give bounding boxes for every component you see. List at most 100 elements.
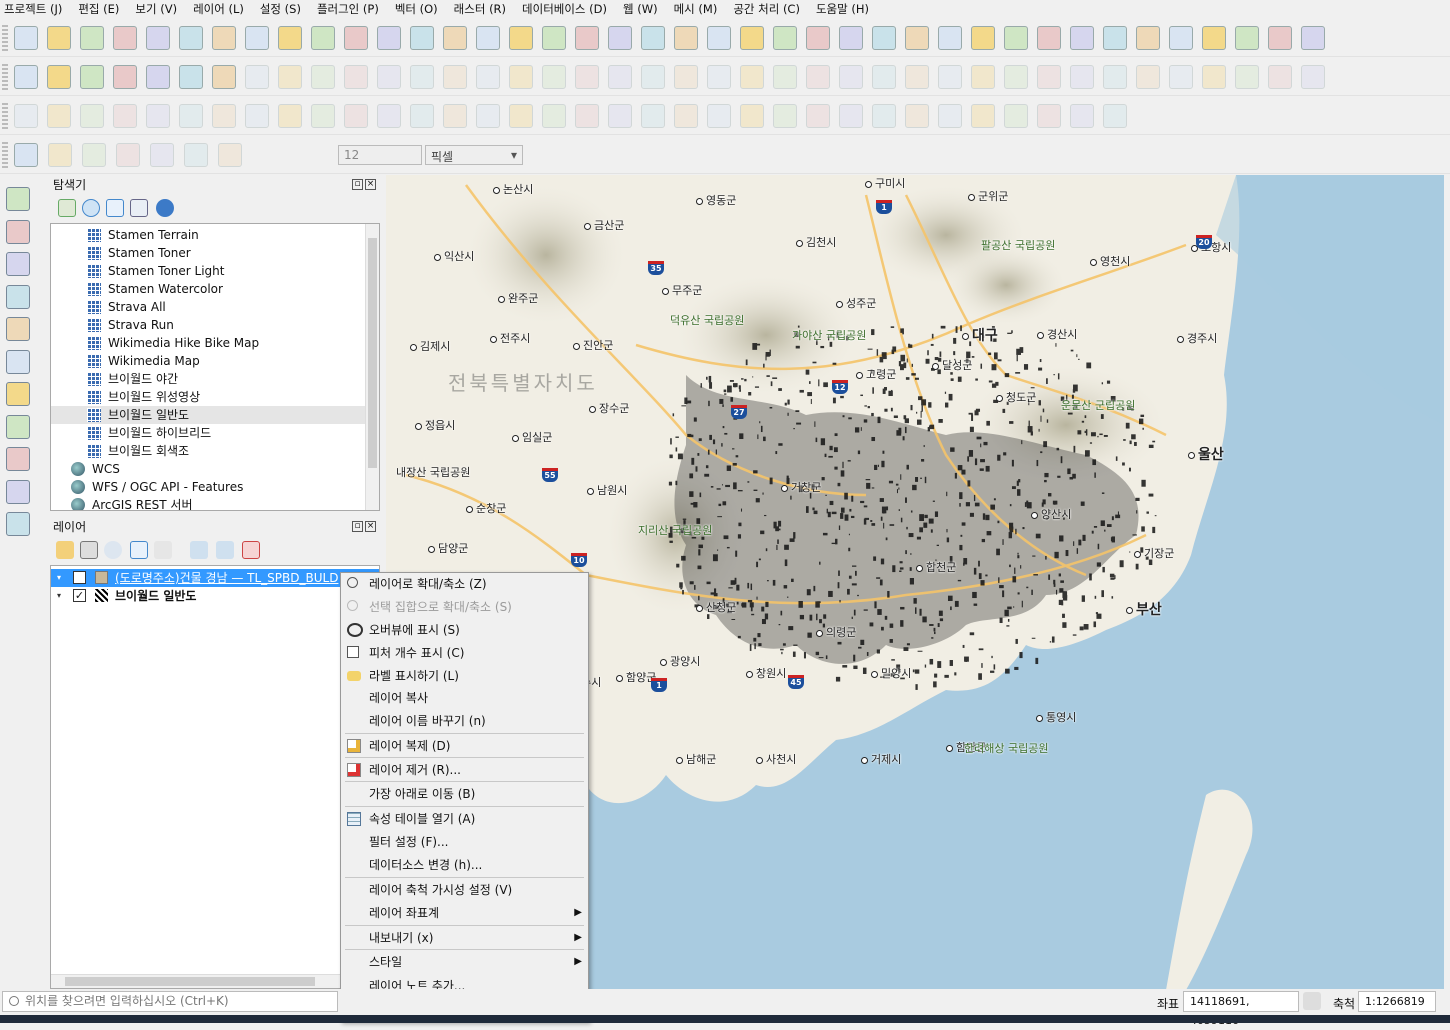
menu-item[interactable]: 데이터베이스 (D): [522, 1, 607, 17]
toolbar-button-icon[interactable]: [212, 26, 236, 50]
menu-item[interactable]: 공간 처리 (C): [733, 1, 800, 17]
toolbar-button-icon[interactable]: [575, 26, 599, 50]
style-icon[interactable]: [56, 541, 74, 559]
toolbar-button-icon[interactable]: [47, 104, 71, 128]
toolbar-button-icon[interactable]: [707, 26, 731, 50]
toolbar-button-icon[interactable]: [1301, 65, 1325, 89]
toolbar-button-icon[interactable]: [278, 65, 302, 89]
toolbar-button-icon[interactable]: [476, 65, 500, 89]
toolbar-button-icon[interactable]: [245, 104, 269, 128]
toolbar-button-icon[interactable]: [740, 104, 764, 128]
add-layer-icon[interactable]: [6, 349, 30, 374]
expand-arrow-icon[interactable]: ▾: [57, 587, 61, 605]
menu-item[interactable]: 도움말 (H): [816, 1, 869, 17]
toolbar-button-icon[interactable]: [1235, 26, 1259, 50]
toolbar-button-icon[interactable]: [410, 104, 434, 128]
toolbar-button-icon[interactable]: [443, 26, 467, 50]
toolbar-button-icon[interactable]: [344, 104, 368, 128]
mouse-wheel-icon[interactable]: [1303, 992, 1321, 1010]
toolbar-button-icon[interactable]: [839, 26, 863, 50]
toolbar-button-icon[interactable]: [1103, 104, 1127, 128]
toolbar-button-icon[interactable]: [1004, 26, 1028, 50]
toolbar-button-icon[interactable]: [179, 104, 203, 128]
toolbar-button-icon[interactable]: [971, 104, 995, 128]
context-menu-item[interactable]: 라벨 표시하기 (L): [341, 665, 588, 687]
toolbar-button-icon[interactable]: [311, 26, 335, 50]
add-layer-icon[interactable]: [6, 447, 30, 471]
toolbar-button-icon[interactable]: [116, 143, 140, 167]
toolbar-button-icon[interactable]: [1037, 26, 1061, 50]
context-menu-item[interactable]: 레이어 이름 바꾸기 (n): [341, 710, 588, 732]
toolbar-button-icon[interactable]: [971, 65, 995, 89]
browser-item[interactable]: Strava All: [51, 298, 379, 316]
coordinate-field[interactable]: 14118691, 4059116: [1183, 991, 1299, 1027]
toolbar-button-icon[interactable]: [1004, 104, 1028, 128]
layer-visibility-checkbox[interactable]: ✓: [73, 571, 86, 584]
visibility-icon[interactable]: [104, 541, 122, 559]
toolbar-button-icon[interactable]: [47, 26, 71, 50]
snapping-unit-select[interactable]: 픽셀: [425, 145, 523, 165]
menu-item[interactable]: 편집 (E): [78, 1, 119, 17]
toolbar-button-icon[interactable]: [1169, 26, 1193, 50]
context-menu-item[interactable]: 피처 개수 표시 (C): [341, 642, 588, 664]
menu-item[interactable]: 레이어 (L): [193, 1, 244, 17]
toolbar-grip[interactable]: [2, 25, 8, 51]
toolbar-button-icon[interactable]: [14, 104, 38, 128]
toolbar-button-icon[interactable]: [48, 143, 72, 167]
add-group-icon[interactable]: [80, 541, 98, 559]
browser-item[interactable]: Stamen Toner: [51, 244, 379, 262]
collapse-all-icon[interactable]: [130, 199, 148, 217]
toolbar-button-icon[interactable]: [872, 26, 896, 50]
toolbar-button-icon[interactable]: [872, 65, 896, 89]
toolbar-grip[interactable]: [2, 103, 8, 129]
toolbar-button-icon[interactable]: [1004, 65, 1028, 89]
toolbar-button-icon[interactable]: [707, 104, 731, 128]
browser-item[interactable]: 브이월드 야간: [51, 370, 379, 388]
browser-item[interactable]: Stamen Terrain: [51, 226, 379, 244]
toolbar-button-icon[interactable]: [212, 65, 236, 89]
toolbar-button-icon[interactable]: [410, 65, 434, 89]
context-menu-item[interactable]: 레이어로 확대/축소 (Z): [341, 573, 588, 595]
add-layer-icon[interactable]: [6, 252, 30, 276]
toolbar-button-icon[interactable]: [14, 143, 38, 167]
toolbar-button-icon[interactable]: [410, 26, 434, 50]
toolbar-button-icon[interactable]: [575, 104, 599, 128]
toolbar-button-icon[interactable]: [1037, 104, 1061, 128]
context-menu-item[interactable]: 필터 설정 (F)...: [341, 831, 588, 853]
locator-search-input[interactable]: 위치를 찾으려면 입력하십시오 (Ctrl+K): [2, 991, 338, 1012]
menu-item[interactable]: 메시 (M): [674, 1, 718, 17]
toolbar-button-icon[interactable]: [179, 65, 203, 89]
toolbar-button-icon[interactable]: [150, 143, 174, 167]
layer-item[interactable]: ▾ ✓ 브이월드 일반도: [51, 587, 379, 605]
toolbar-grip[interactable]: [2, 142, 8, 168]
toolbar-button-icon[interactable]: [806, 104, 830, 128]
toolbar-button-icon[interactable]: [509, 26, 533, 50]
toolbar-button-icon[interactable]: [377, 26, 401, 50]
toolbar-button-icon[interactable]: [938, 65, 962, 89]
toolbar-button-icon[interactable]: [80, 26, 104, 50]
toolbar-button-icon[interactable]: [806, 65, 830, 89]
context-menu-item[interactable]: 레이어 좌표계 ▶: [341, 902, 588, 924]
context-menu-item[interactable]: 속성 테이블 열기 (A): [341, 808, 588, 830]
layers-scrollbar[interactable]: [51, 974, 379, 988]
toolbar-button-icon[interactable]: [184, 143, 208, 167]
add-layer-icon[interactable]: [6, 219, 30, 244]
context-menu-item[interactable]: 가장 아래로 이동 (B): [341, 783, 588, 805]
toolbar-button-icon[interactable]: [773, 65, 797, 89]
toolbar-button-icon[interactable]: [113, 65, 137, 89]
toolbar-button-icon[interactable]: [1169, 65, 1193, 89]
toolbar-button-icon[interactable]: [47, 65, 71, 89]
context-menu-item[interactable]: 내보내기 (x) ▶: [341, 927, 588, 949]
toolbar-button-icon[interactable]: [509, 104, 533, 128]
toolbar-button-icon[interactable]: [344, 26, 368, 50]
expand-all-icon[interactable]: [190, 541, 208, 559]
context-menu-item[interactable]: 오버뷰에 표시 (S): [341, 619, 588, 641]
toolbar-button-icon[interactable]: [245, 26, 269, 50]
expand-arrow-icon[interactable]: ▾: [57, 569, 61, 587]
close-icon[interactable]: ×: [365, 521, 376, 532]
toolbar-button-icon[interactable]: [443, 104, 467, 128]
info-icon[interactable]: [156, 199, 174, 217]
toolbar-button-icon[interactable]: [80, 104, 104, 128]
toolbar-button-icon[interactable]: [839, 65, 863, 89]
toolbar-button-icon[interactable]: [476, 104, 500, 128]
